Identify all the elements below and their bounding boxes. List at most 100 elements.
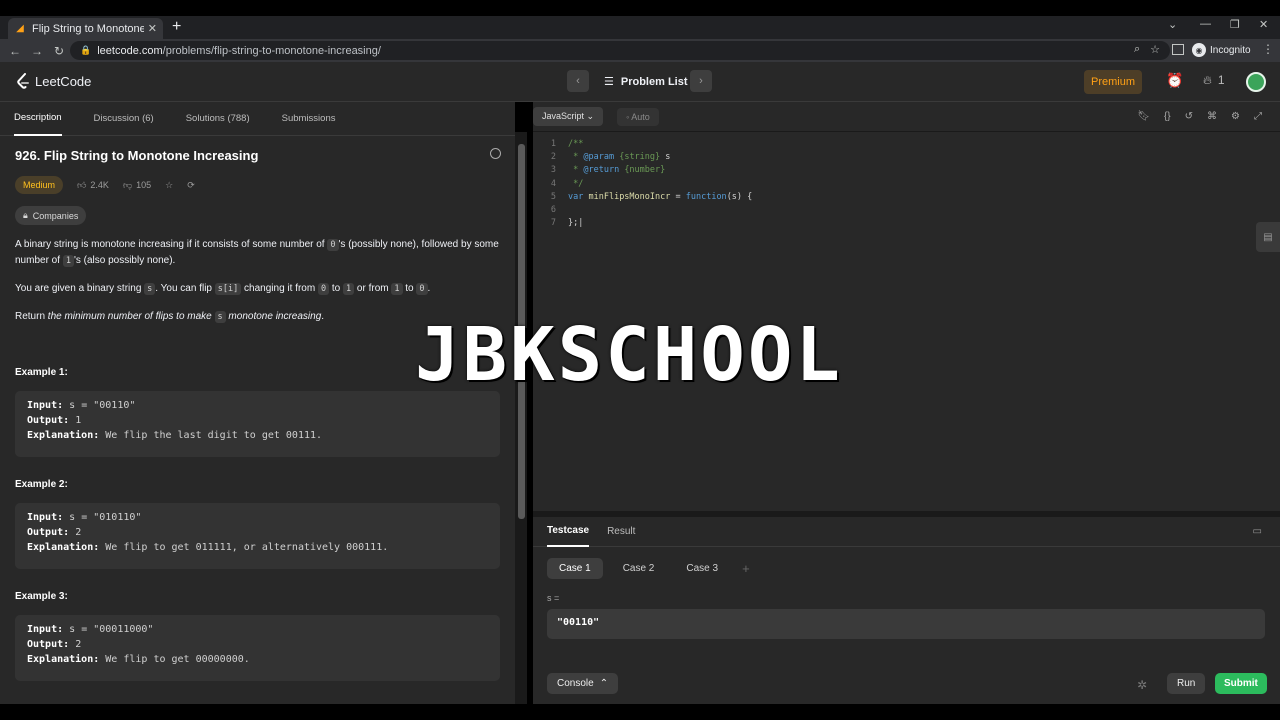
window-close-icon[interactable]: ✕ — [1259, 18, 1268, 31]
code-line: /** — [568, 139, 584, 149]
thumbs-down-icon: 👎︎ — [122, 179, 133, 190]
url-input[interactable]: 🔒 leetcode.com/problems/flip-string-to-m… — [70, 41, 1170, 60]
line-number: 5 — [550, 191, 556, 202]
debug-bug-icon[interactable]: ✲ — [1137, 678, 1147, 692]
streak-count: 1 — [1217, 73, 1225, 87]
tab-solutions[interactable]: Solutions (788) — [186, 102, 250, 136]
dislike-count: 105 — [136, 180, 152, 190]
tab-submissions[interactable]: Submissions — [282, 102, 336, 136]
back-icon[interactable]: ← — [4, 44, 26, 58]
description-panel: Description Discussion (6) Solutions (78… — [0, 102, 515, 704]
variable-label: s = — [547, 593, 560, 603]
share-icon[interactable]: ⟳ — [187, 180, 195, 191]
logo-text: LeetCode — [35, 74, 92, 89]
line-number: 3 — [550, 165, 556, 176]
code-line: var minFlipsMonoIncr = function(s) { — [568, 191, 753, 202]
lock-icon: 🔒︎ — [23, 210, 28, 220]
tab-testcase[interactable]: Testcase — [547, 517, 590, 547]
line-number: 6 — [550, 205, 556, 215]
browser-tab-bar: ◢ Flip String to Monotone Increasing ✕ +… — [0, 16, 1280, 39]
case-2-tab[interactable]: Case 2 — [611, 558, 667, 579]
browser-menu-icon[interactable]: ⋮ — [1262, 42, 1274, 56]
reset-icon[interactable]: ↺ — [1185, 111, 1193, 122]
zoom-icon[interactable]: ⌕ — [1134, 43, 1140, 56]
example-3-box: Input: s = "00011000" Output: 2 Explanat… — [15, 615, 500, 681]
example-2-box: Input: s = "010110" Output: 2 Explanatio… — [15, 503, 500, 569]
example-3-title: Example 3: — [15, 591, 68, 602]
bookmark-star-icon[interactable]: ☆ — [1150, 43, 1160, 56]
leetcode-logo[interactable]: LeetCode — [16, 73, 91, 90]
incognito-label: Incognito — [1210, 44, 1251, 56]
fullscreen-icon[interactable]: ⤢ — [1254, 111, 1262, 122]
console-button[interactable]: Console ⌃ — [547, 673, 619, 694]
alarm-clock-icon[interactable]: ⏰ — [1166, 72, 1183, 89]
description-paragraph-2: You are given a binary string s. You can… — [15, 283, 431, 295]
example-1-box: Input: s = "00110" Output: 1 Explanation… — [15, 391, 500, 457]
new-tab-button[interactable]: + — [172, 19, 181, 35]
language-select[interactable]: JavaScript ⌄ — [533, 107, 604, 126]
side-panel-icon[interactable] — [1172, 44, 1184, 55]
left-tabs: Description Discussion (6) Solutions (78… — [0, 102, 515, 136]
companies-tag[interactable]: 🔒︎ Companies — [15, 206, 87, 225]
code-line: */ — [568, 178, 584, 189]
tab-description[interactable]: Description — [14, 102, 62, 136]
add-case-icon[interactable]: + — [742, 561, 750, 576]
next-problem-button[interactable]: › — [690, 70, 712, 92]
watermark: JBKSCHOOL — [415, 312, 843, 398]
streak-counter[interactable]: 🔥︎ 1 — [1203, 73, 1225, 88]
line-number: 2 — [550, 152, 556, 163]
chevron-up-icon: ⌃ — [599, 678, 609, 689]
file-icon[interactable]: ▤ — [1256, 222, 1280, 252]
incognito-badge[interactable]: ◉ Incognito — [1192, 43, 1251, 57]
collapse-panel-icon[interactable]: ▭ — [1253, 526, 1262, 537]
case-3-tab[interactable]: Case 3 — [674, 558, 730, 579]
browser-tab[interactable]: ◢ Flip String to Monotone Increasing ✕ — [8, 18, 163, 39]
testcase-input[interactable]: "00110" — [547, 609, 1265, 639]
address-bar: ← → ↻ 🔒 leetcode.com/problems/flip-strin… — [0, 39, 1280, 62]
like-count: 2.4K — [90, 180, 109, 190]
tab-result[interactable]: Result — [607, 517, 635, 547]
settings-gear-icon[interactable]: ⚙ — [1231, 111, 1240, 122]
companies-label: Companies — [32, 210, 79, 221]
code-line: * @return {number} — [568, 165, 666, 176]
auto-mode-button[interactable]: ◦ Auto — [617, 107, 659, 126]
maximize-icon[interactable]: ❐ — [1230, 18, 1240, 31]
premium-button[interactable]: Premium — [1084, 70, 1142, 94]
favorite-star-icon[interactable]: ☆ — [165, 180, 173, 191]
reload-icon[interactable]: ↻ — [48, 44, 70, 58]
leetcode-header: LeetCode ‹ ☰ Problem List › Premium ⏰ 🔥︎… — [0, 62, 1280, 102]
solved-status-icon — [490, 148, 501, 159]
browser-tab-title: Flip String to Monotone Increasing — [32, 22, 144, 35]
tab-search-chevron-icon[interactable]: ⌄ — [1168, 18, 1177, 31]
forward-icon[interactable]: → — [26, 44, 48, 58]
case-tabs: Case 1 Case 2 Case 3 + — [547, 558, 750, 579]
case-1-tab[interactable]: Case 1 — [547, 558, 603, 579]
line-number: 1 — [550, 139, 556, 149]
like-button[interactable]: 👍︎ 2.4K — [77, 180, 109, 191]
lock-icon: 🔒 — [80, 45, 92, 55]
dislike-button[interactable]: 👎︎ 105 — [123, 180, 151, 191]
thumbs-up-icon: 👍︎ — [77, 179, 87, 190]
tab-discussion[interactable]: Discussion (6) — [94, 102, 154, 136]
prev-problem-button[interactable]: ‹ — [567, 70, 589, 92]
fire-icon: 🔥︎ — [1203, 73, 1212, 87]
letterbox-bottom — [0, 704, 1280, 720]
bookmark-icon[interactable]: 🔖︎ — [1137, 111, 1150, 122]
run-button[interactable]: Run — [1167, 673, 1206, 694]
leetcode-favicon-icon: ◢ — [16, 23, 24, 34]
braces-icon[interactable]: {} — [1164, 111, 1171, 122]
problem-list-button[interactable]: ☰ Problem List — [604, 75, 688, 89]
close-tab-icon[interactable]: ✕ — [148, 22, 157, 35]
submit-button[interactable]: Submit — [1215, 673, 1267, 694]
testcase-panel: Testcase Result ▭ Case 1 Case 2 Case 3 +… — [533, 517, 1280, 704]
url-domain: leetcode.com — [97, 44, 163, 57]
code-line: * @param {string} s — [568, 152, 671, 163]
description-scrollbar[interactable] — [515, 132, 527, 704]
page-title: 926. Flip String to Monotone Increasing — [15, 148, 259, 163]
incognito-icon: ◉ — [1192, 43, 1206, 57]
minimize-icon[interactable]: — — [1200, 18, 1211, 30]
avatar[interactable] — [1246, 72, 1266, 92]
code-line: };| — [568, 218, 584, 229]
shortcut-icon[interactable]: ⌘ — [1207, 111, 1217, 122]
problem-list-label: Problem List — [620, 75, 688, 88]
